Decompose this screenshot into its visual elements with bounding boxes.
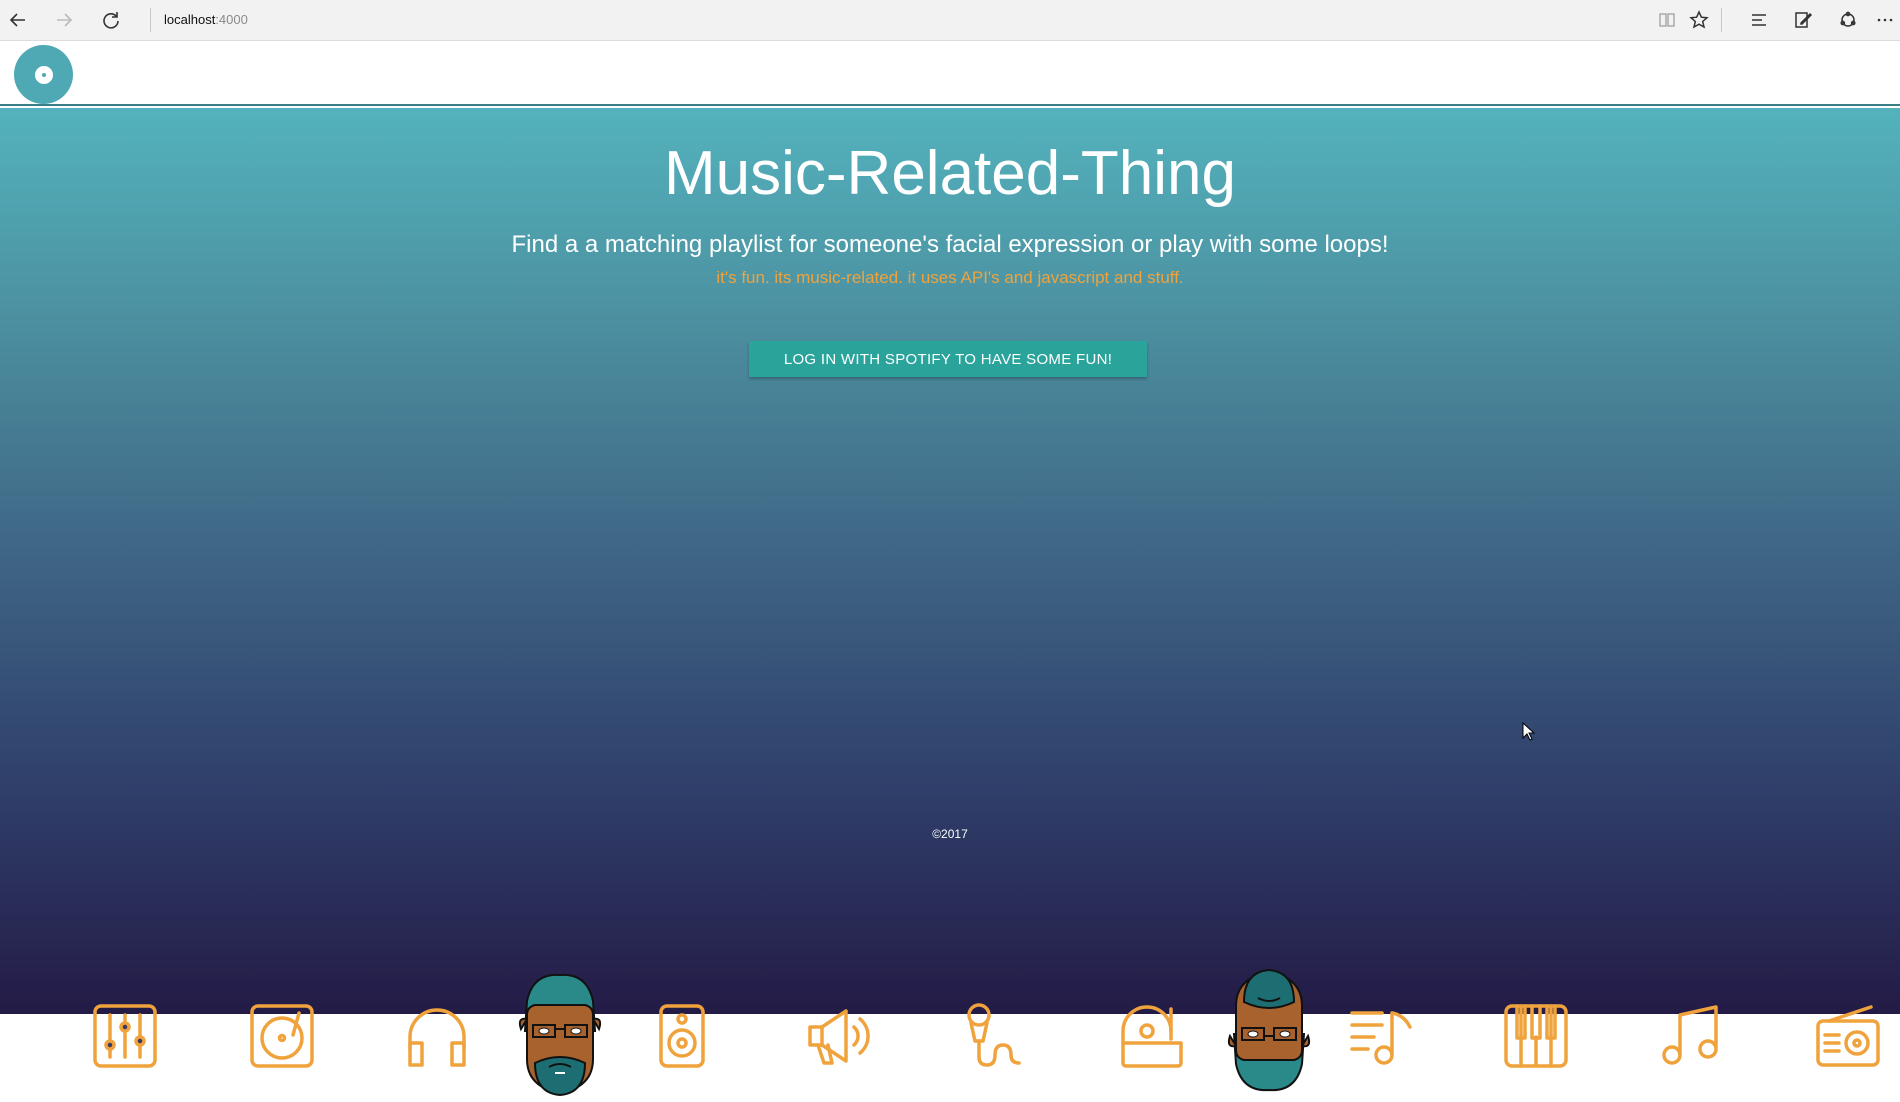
web-note-icon[interactable] bbox=[1788, 6, 1818, 34]
music-icon-strip bbox=[0, 863, 1900, 1097]
hero-section: Music-Related-Thing Find a a matching pl… bbox=[0, 108, 1900, 1097]
logo-spindle bbox=[41, 72, 46, 77]
refresh-icon[interactable] bbox=[96, 6, 126, 34]
address-host: localhost bbox=[164, 12, 216, 27]
forward-arrow-icon[interactable] bbox=[49, 6, 79, 34]
hub-icon[interactable] bbox=[1744, 6, 1774, 34]
page-tagline: it's fun. its music-related. it uses API… bbox=[716, 268, 1184, 287]
favorite-star-icon[interactable] bbox=[1684, 6, 1714, 34]
spotify-login-button[interactable]: LOG IN WITH SPOTIFY TO HAVE SOME FUN! bbox=[749, 341, 1147, 377]
address-bar[interactable]: localhost:4000 bbox=[164, 12, 248, 27]
address-divider bbox=[150, 8, 151, 32]
radio-edge-icon bbox=[0, 998, 6, 1053]
browser-toolbar: localhost:4000 bbox=[0, 0, 1900, 41]
app-header bbox=[0, 42, 1900, 106]
face-avatar bbox=[513, 971, 607, 1102]
vinyl-logo-icon[interactable] bbox=[14, 45, 73, 104]
back-arrow-icon[interactable] bbox=[3, 6, 33, 34]
copyright-text: ©2017 bbox=[932, 827, 968, 841]
toolbar-divider bbox=[1721, 8, 1722, 32]
share-icon[interactable] bbox=[1833, 6, 1863, 34]
more-menu-icon[interactable] bbox=[1870, 6, 1900, 34]
face-avatar-upside-down bbox=[1222, 968, 1316, 1099]
logo-label bbox=[34, 65, 53, 84]
mouse-cursor-icon bbox=[1522, 721, 1536, 747]
reading-view-icon[interactable] bbox=[1652, 6, 1682, 34]
page-title: Music-Related-Thing bbox=[664, 139, 1236, 208]
address-port: :4000 bbox=[215, 12, 248, 27]
page-subtitle: Find a a matching playlist for someone's… bbox=[511, 231, 1389, 258]
